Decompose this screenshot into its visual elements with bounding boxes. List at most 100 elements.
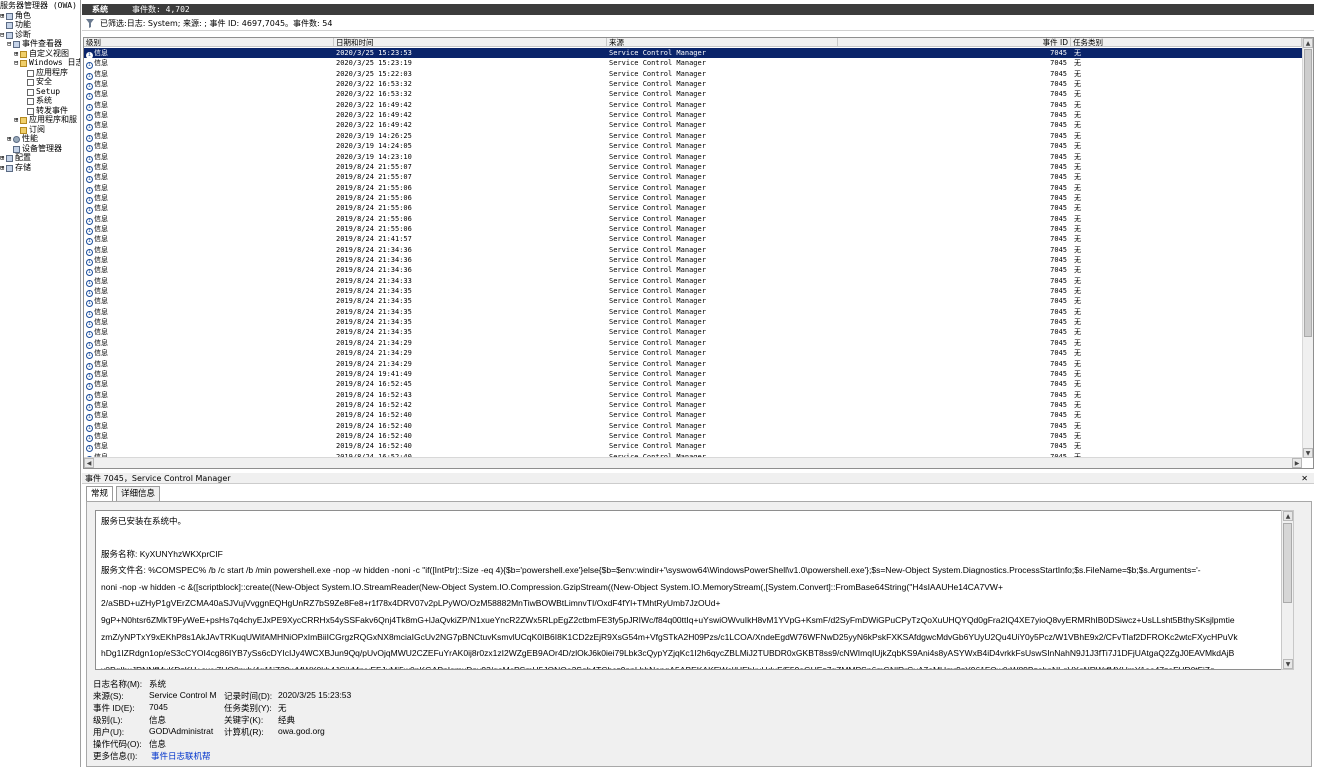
table-row[interactable]: i 信息 2019/8/24 21:34:35 Service Control Man… — [84, 327, 1302, 339]
opcode-value: 信息 — [149, 739, 167, 749]
tree-item[interactable]: ⊞folder-icon应用程序和服 — [14, 115, 77, 125]
table-row[interactable]: i 信息 2019/8/24 21:34:35 Service Control Man… — [84, 286, 1302, 298]
level-cell: i信息 — [86, 183, 334, 194]
table-row[interactable]: i 信息 2020/3/22 16:53:32 Service Control Man… — [84, 89, 1302, 101]
table-row[interactable]: i 信息 2019/8/24 21:55:07 Service Control Man… — [84, 172, 1302, 184]
scroll-left-icon[interactable]: ◀ — [84, 458, 94, 468]
event-grid[interactable]: 级别 日期和时间 来源 事件 ID 任务类别 i 信息 2020/3/25 15:2… — [83, 37, 1314, 469]
table-row[interactable]: i 信息 2019/8/24 21:41:57 Service Control Man… — [84, 234, 1302, 246]
table-row[interactable]: i 信息 2020/3/22 16:49:42 Service Control Man… — [84, 120, 1302, 132]
table-row[interactable]: i 信息 2020/3/22 16:49:42 Service Control Man… — [84, 100, 1302, 111]
table-row[interactable]: i 信息 2019/8/24 21:34:36 Service Control Man… — [84, 265, 1302, 277]
table-row[interactable]: i 信息 2019/8/24 21:34:35 Service Control Man… — [84, 296, 1302, 308]
source-cell: Service Control Manager — [609, 90, 706, 99]
level-text: 信息 — [94, 411, 108, 420]
tree-item[interactable]: ⊟folder-iconWindows 日志 — [14, 58, 80, 68]
tree-item[interactable]: ⊞performance-icon性能 — [7, 134, 38, 144]
table-row[interactable]: i 信息 2020/3/25 15:23:19 Service Control Man… — [84, 58, 1302, 70]
table-row[interactable]: i 信息 2019/8/24 21:34:36 Service Control Man… — [84, 245, 1302, 256]
column-header-event-id[interactable]: 事件 ID — [838, 38, 1071, 47]
level-text: 信息 — [94, 390, 108, 399]
event-message[interactable]: 服务已安装在系统中。 服务名称: KyXUNYhzWKXprCIF 服务文件名: %… — [95, 510, 1293, 670]
table-row[interactable]: i 信息 2020/3/19 14:23:10 Service Control Man… — [84, 152, 1302, 163]
grid-vertical-scrollbar[interactable]: ▲ ▼ — [1302, 38, 1313, 458]
tree-item[interactable]: ⊟diagnostics-icon诊断 — [0, 30, 31, 40]
table-row[interactable]: i 信息 2019/8/24 21:55:06 Service Control Man… — [84, 224, 1302, 235]
log-name: 系统 — [92, 5, 108, 14]
table-row[interactable]: i 信息 2019/8/24 21:55:06 Service Control Man… — [84, 183, 1302, 194]
table-row[interactable]: i 信息 2019/8/24 21:34:29 Service Control Man… — [84, 338, 1302, 349]
table-row[interactable]: i 信息 2020/3/22 16:49:42 Service Control Man… — [84, 110, 1302, 122]
tree-item[interactable]: log-icon转发事件 — [21, 106, 68, 116]
tree-item[interactable]: ⊞storage-icon存储 — [0, 163, 31, 173]
tree-item[interactable]: device-manager-icon设备管理器 — [7, 144, 62, 154]
table-row[interactable]: i信息2019/8/24 16:52:40 Service Control Man… — [84, 441, 1302, 453]
console-tree: 服务器管理器 (OWA)⊞roles-icon角色features-icon功能… — [0, 0, 81, 767]
table-row[interactable]: i 信息 2020/3/19 14:26:25 Service Control Man… — [84, 131, 1302, 142]
event-id-cell: 7045 — [1050, 338, 1067, 347]
column-header-source[interactable]: 来源 — [607, 38, 838, 47]
tree-item[interactable]: ⊞roles-icon角色 — [0, 11, 31, 21]
table-row[interactable]: i 信息 2020/3/25 15:22:03 Service Control Man… — [84, 69, 1302, 80]
table-row[interactable]: i 信息 2020/3/25 15:23:53 Service Control Man… — [84, 48, 1302, 59]
level-value: 信息 — [149, 715, 167, 725]
scroll-up-icon[interactable]: ▲ — [1283, 511, 1293, 521]
level-text: 信息 — [94, 307, 108, 316]
table-row[interactable]: i 信息 2019/8/24 21:34:29 Service Control Man… — [84, 359, 1302, 370]
tree-item[interactable]: log-iconSetup — [21, 87, 60, 97]
table-row[interactable]: i 信息 2019/8/24 21:55:06 Service Control Man… — [84, 203, 1302, 215]
tree-item[interactable]: 服务器管理器 (OWA) — [0, 1, 77, 11]
tab-details[interactable]: 详细信息 — [116, 486, 161, 501]
level-text: 信息 — [94, 276, 108, 285]
table-row[interactable]: i 信息 2019/8/24 21:34:29 Service Control Man… — [84, 348, 1302, 360]
tree-item[interactable]: log-icon安全 — [21, 77, 52, 87]
tree-item[interactable]: log-icon应用程序 — [21, 68, 68, 78]
level-cell: i信息 — [86, 234, 334, 246]
message-line: 服务已安装在系统中。 — [101, 516, 187, 526]
tree-item[interactable]: ⊞configuration-icon配置 — [0, 153, 31, 163]
column-header-date[interactable]: 日期和时间 — [334, 38, 607, 47]
tab-general[interactable]: 常规 — [86, 486, 114, 501]
column-header-level[interactable]: 级别 — [84, 38, 334, 47]
grid-horizontal-scrollbar[interactable]: ◀ ▶ — [84, 457, 1302, 468]
level-text: 信息 — [94, 142, 108, 151]
task-cell: 无 — [1074, 318, 1081, 327]
tree-item[interactable]: subscription-icon订阅 — [14, 125, 45, 135]
close-icon[interactable]: ✕ — [1301, 473, 1308, 484]
task-cell: 无 — [1074, 400, 1081, 409]
table-row[interactable]: i 信息 2020/3/22 16:53:32 Service Control Man… — [84, 79, 1302, 91]
message-line: 服务文件名: %COMSPEC% /b /c start /b /min pow… — [101, 565, 1201, 576]
tree-item[interactable]: log-icon系统 — [21, 96, 52, 106]
tree-item[interactable]: ⊟event-viewer-icon事件查看器 — [7, 39, 62, 49]
table-row[interactable]: i 信息 2020/3/19 14:24:05 Service Control Man… — [84, 141, 1302, 153]
source-cell: Service Control Manager — [609, 183, 706, 192]
task-cell: 无 — [1074, 338, 1081, 347]
scroll-thumb[interactable] — [1304, 49, 1312, 337]
more-info-link[interactable]: 事件日志联机帮 — [151, 750, 211, 762]
table-row[interactable]: i 信息 2019/8/24 19:41:49 Service Control Man… — [84, 369, 1302, 380]
level-cell: i信息 — [86, 379, 334, 391]
scroll-thumb[interactable] — [1283, 523, 1292, 603]
table-row[interactable]: i 信息 2019/8/24 21:34:35 Service Control Man… — [84, 317, 1302, 329]
table-row[interactable]: i 信息 2019/8/24 16:52:45 Service Control Man… — [84, 379, 1302, 391]
table-row[interactable]: i信息2019/8/24 16:52:40 Service Control Man… — [84, 421, 1302, 432]
table-row[interactable]: i 信息 2019/8/24 16:52:43 Service Control Man… — [84, 390, 1302, 401]
table-row[interactable]: i 信息 2019/8/24 21:34:35 Service Control Man… — [84, 307, 1302, 318]
tree-item[interactable]: features-icon功能 — [0, 20, 31, 30]
table-row[interactable]: i信息2019/8/24 16:52:40 Service Control Man… — [84, 410, 1302, 422]
column-header-task[interactable]: 任务类别 — [1071, 38, 1302, 47]
scroll-down-icon[interactable]: ▼ — [1283, 659, 1293, 669]
table-row[interactable]: i 信息 2019/8/24 21:34:33 Service Control Man… — [84, 276, 1302, 287]
table-row[interactable]: i 信息 2019/8/24 21:34:36 Service Control Man… — [84, 255, 1302, 266]
scroll-up-icon[interactable]: ▲ — [1303, 38, 1313, 48]
table-row[interactable]: i 信息 2019/8/24 16:52:42 Service Control Man… — [84, 400, 1302, 411]
table-row[interactable]: i信息2019/8/24 16:52:40 Service Control Man… — [84, 431, 1302, 442]
table-row[interactable]: i 信息 2019/8/24 21:55:06 Service Control Man… — [84, 193, 1302, 204]
table-row[interactable]: i 信息 2019/8/24 21:55:07 Service Control Man… — [84, 162, 1302, 173]
scroll-right-icon[interactable]: ▶ — [1292, 458, 1302, 468]
table-row[interactable]: i 信息 2019/8/24 21:55:06 Service Control Man… — [84, 214, 1302, 225]
tree-item[interactable]: ⊞folder-icon自定义视图 — [14, 49, 69, 59]
scroll-down-icon[interactable]: ▼ — [1303, 448, 1313, 458]
message-scrollbar[interactable]: ▲ ▼ — [1281, 510, 1294, 670]
date-cell: 2019/8/24 21:55:07 — [336, 173, 412, 182]
